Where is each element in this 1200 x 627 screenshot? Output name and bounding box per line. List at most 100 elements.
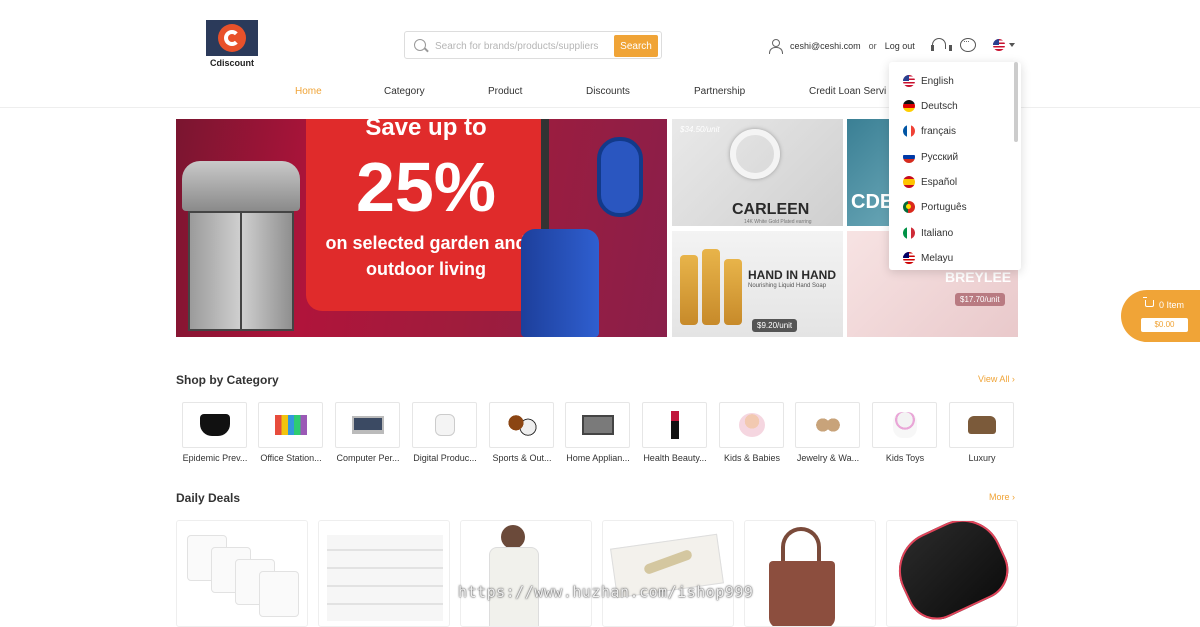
promo-banner[interactable]: Save up to 25% on selected garden and ou… bbox=[176, 119, 667, 337]
user-icon[interactable] bbox=[768, 39, 783, 54]
language-label: français bbox=[921, 125, 957, 137]
soap-bottle-image bbox=[702, 249, 720, 325]
category-label: Home Applian... bbox=[566, 453, 630, 463]
category-digital-products[interactable]: Digital Produc... bbox=[412, 402, 478, 463]
language-option-melayu[interactable]: Melayu bbox=[903, 250, 953, 266]
category-kids-toys[interactable]: Kids Toys bbox=[872, 402, 938, 463]
us-flag-icon bbox=[903, 75, 915, 87]
language-option-deutsch[interactable]: Deutsch bbox=[903, 98, 958, 114]
banner-percent: 25% bbox=[355, 148, 497, 226]
tile-subtitle: 14K White Gold Plated earring bbox=[744, 219, 812, 225]
pressure-washer-image bbox=[521, 119, 661, 337]
deal-card-jade-roller[interactable] bbox=[602, 520, 734, 627]
tile-title: BREYLEE bbox=[945, 269, 1012, 285]
promo-tile-carleen[interactable]: $34.50/unit CARLEEN 14K White Gold Plate… bbox=[672, 119, 843, 226]
headset-icon[interactable] bbox=[931, 38, 952, 52]
chevron-right-icon: › bbox=[1011, 374, 1015, 384]
nav-discounts[interactable]: Discounts bbox=[586, 86, 630, 97]
soap-bottle-image bbox=[680, 255, 698, 325]
cart-total: $0.00 bbox=[1141, 318, 1188, 332]
deal-card-handbag[interactable] bbox=[744, 520, 876, 627]
category-office-stationery[interactable]: Office Station... bbox=[258, 402, 324, 463]
underwear-image bbox=[327, 535, 443, 621]
microwave-image bbox=[581, 415, 614, 435]
floating-cart[interactable]: 0 Item $0.00 bbox=[1121, 290, 1200, 342]
banner-headline: Save up to bbox=[365, 119, 487, 141]
earring-image bbox=[730, 129, 780, 179]
category-kids-babies[interactable]: Kids & Babies bbox=[719, 402, 785, 463]
deal-card-underwear[interactable] bbox=[318, 520, 450, 627]
category-health-beauty[interactable]: Health Beauty... bbox=[642, 402, 708, 463]
tile-title: HAND IN HAND bbox=[748, 268, 836, 282]
search-icon bbox=[414, 39, 426, 51]
logo-circle-icon bbox=[218, 24, 246, 52]
language-selector[interactable] bbox=[993, 39, 1015, 51]
malaysia-flag-icon bbox=[903, 252, 915, 264]
cdiscount-logo[interactable]: Cdiscount bbox=[206, 20, 258, 68]
view-all-link[interactable]: View All › bbox=[978, 374, 1015, 384]
unicorn-toy-image bbox=[892, 412, 917, 438]
watermark-text: https://www.huzhan.com/ishop999 bbox=[458, 583, 754, 601]
stationery-image bbox=[274, 415, 307, 435]
logout-link[interactable]: Log out bbox=[885, 41, 915, 51]
category-label: Jewelry & Wa... bbox=[796, 453, 860, 463]
more-link[interactable]: More › bbox=[989, 492, 1015, 502]
or-text: or bbox=[868, 41, 877, 51]
language-option-english[interactable]: English bbox=[903, 73, 954, 89]
watches-image bbox=[814, 413, 841, 437]
banner-subline: on selected garden and outdoor living bbox=[325, 233, 527, 279]
category-luxury[interactable]: Luxury bbox=[949, 402, 1015, 463]
handbag-image bbox=[769, 561, 835, 626]
category-sports-outdoors[interactable]: Sports & Out... bbox=[489, 402, 555, 463]
logo-mark bbox=[206, 20, 258, 56]
language-menu: English Deutsch français Русский Español… bbox=[889, 62, 1021, 270]
category-computer-peripherals[interactable]: Computer Per... bbox=[335, 402, 401, 463]
category-label: Kids & Babies bbox=[723, 453, 781, 463]
nav-credit-loan[interactable]: Credit Loan Servi bbox=[809, 86, 886, 97]
language-option-italiano[interactable]: Italiano bbox=[903, 225, 953, 241]
search-input[interactable] bbox=[435, 37, 611, 55]
tile-price: $9.20/unit bbox=[752, 319, 798, 332]
earbuds-image bbox=[434, 414, 455, 436]
tile-price: $17.70/unit bbox=[955, 293, 1005, 306]
lipstick-image bbox=[670, 411, 679, 439]
language-option-russian[interactable]: Русский bbox=[903, 149, 958, 165]
chat-icon[interactable] bbox=[960, 36, 976, 52]
deal-card-hoodie[interactable] bbox=[460, 520, 592, 627]
deal-card-tshirts[interactable] bbox=[176, 520, 308, 627]
category-home-appliances[interactable]: Home Applian... bbox=[565, 402, 631, 463]
tile-title: CARLEEN bbox=[732, 201, 810, 218]
nav-home[interactable]: Home bbox=[295, 86, 322, 97]
language-label: Italiano bbox=[921, 227, 954, 239]
category-label: Kids Toys bbox=[885, 453, 925, 463]
category-label: Sports & Out... bbox=[492, 453, 552, 463]
cart-count: 0 Item bbox=[1159, 300, 1185, 310]
language-option-espanol[interactable]: Español bbox=[903, 174, 957, 190]
language-label: Русский bbox=[921, 151, 959, 163]
sports-balls-image bbox=[506, 414, 537, 436]
user-area: ceshi@ceshi.com or Log out bbox=[768, 37, 915, 55]
soap-bottle-image bbox=[724, 259, 742, 325]
language-label: Melayu bbox=[921, 252, 954, 264]
category-jewelry-watches[interactable]: Jewelry & Wa... bbox=[795, 402, 861, 463]
model-head-image bbox=[501, 525, 525, 549]
user-email[interactable]: ceshi@ceshi.com bbox=[790, 41, 861, 51]
category-epidemic-prevention[interactable]: Epidemic Prev... bbox=[182, 402, 248, 463]
deal-card-mouse[interactable] bbox=[886, 520, 1018, 627]
france-flag-icon bbox=[903, 125, 915, 137]
language-option-francais[interactable]: français bbox=[903, 123, 956, 139]
face-mask-image bbox=[199, 414, 230, 436]
promo-tile-hand-soap[interactable]: HAND IN HAND Nourishing Liquid Hand Soap… bbox=[672, 231, 843, 337]
category-label: Luxury bbox=[968, 453, 996, 463]
nav-partnership[interactable]: Partnership bbox=[694, 86, 745, 97]
portugal-flag-icon bbox=[903, 201, 915, 213]
search-button[interactable]: Search bbox=[614, 35, 658, 57]
tile-price: $34.50/unit bbox=[680, 125, 720, 134]
language-menu-scrollbar[interactable] bbox=[1014, 62, 1018, 142]
chevron-down-icon bbox=[1009, 43, 1015, 47]
language-label: Deutsch bbox=[921, 100, 958, 112]
nav-category[interactable]: Category bbox=[384, 86, 425, 97]
language-option-portugues[interactable]: Português bbox=[903, 199, 967, 215]
nav-product[interactable]: Product bbox=[488, 86, 522, 97]
logo-text: Cdiscount bbox=[210, 58, 254, 68]
